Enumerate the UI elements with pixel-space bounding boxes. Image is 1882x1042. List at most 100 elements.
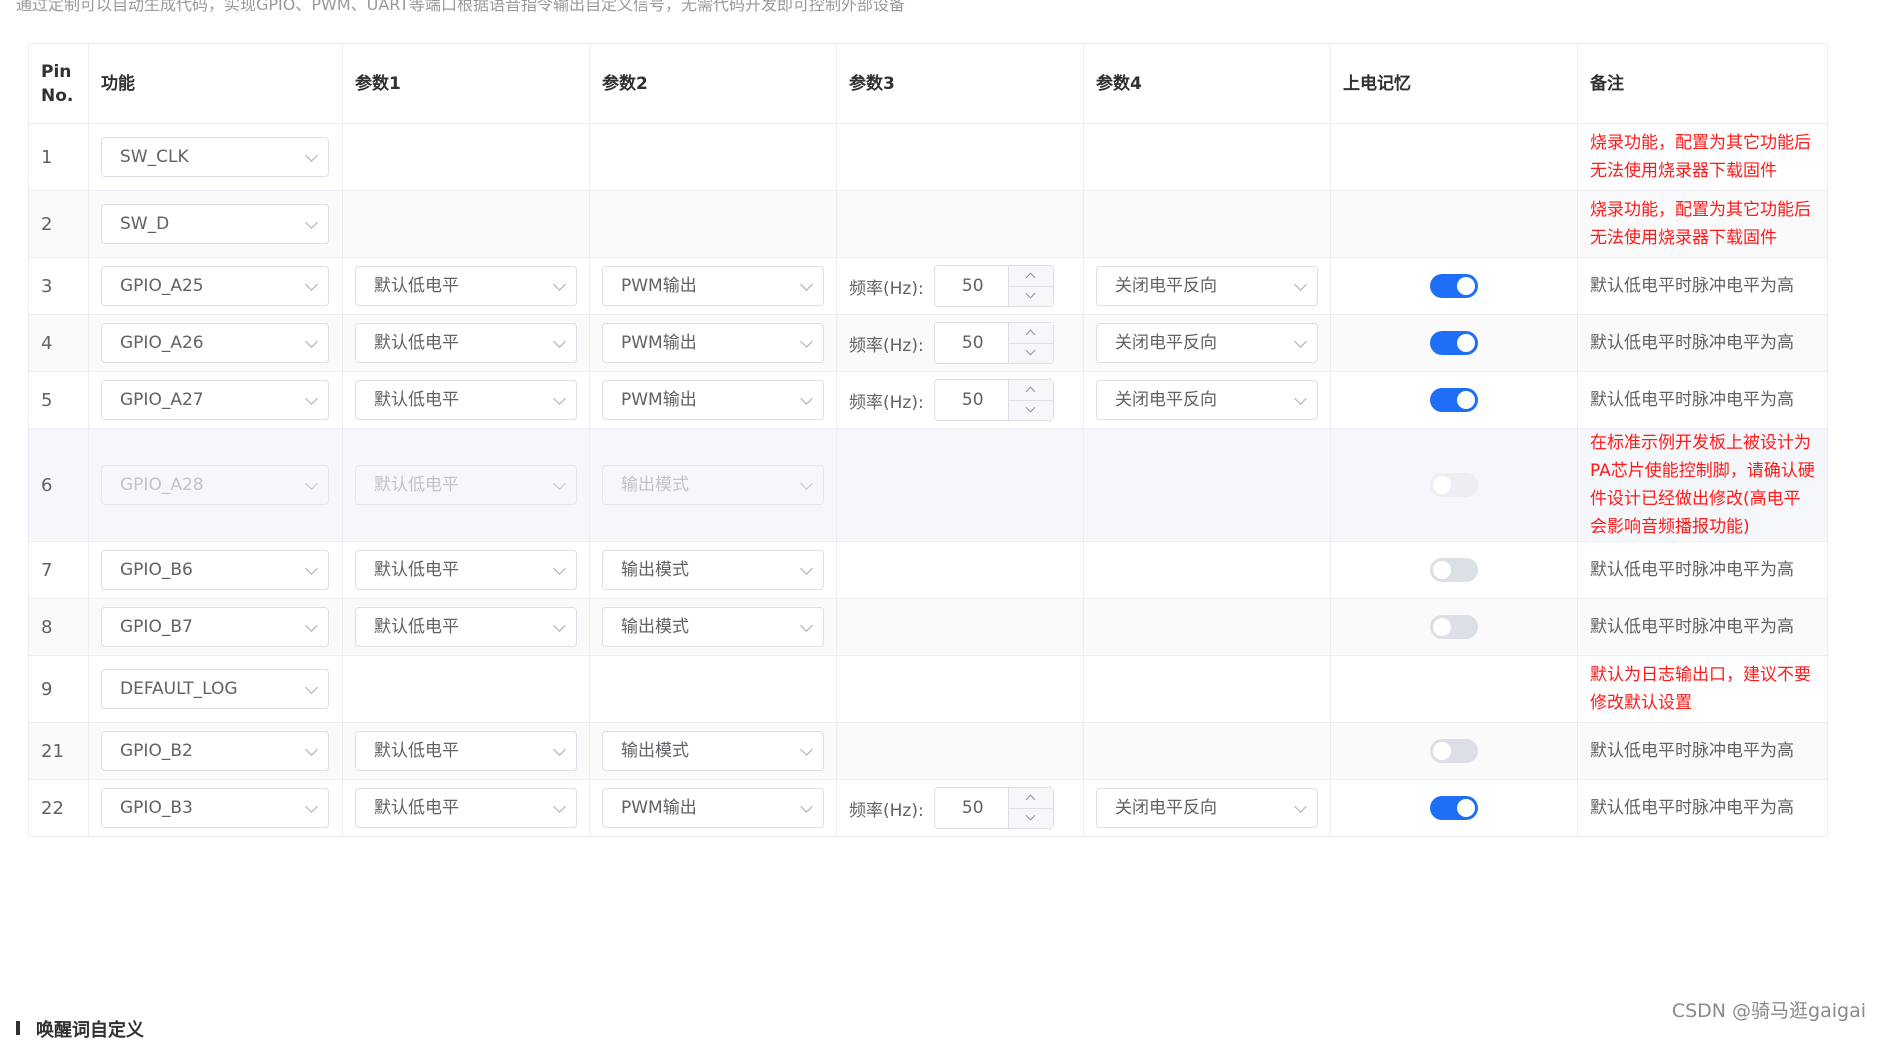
chevron-down-icon: [1025, 810, 1036, 821]
param2-select-value: PWM输出: [621, 333, 697, 353]
chevron-down-icon: [553, 278, 566, 291]
param2-select[interactable]: 输出模式: [602, 550, 824, 590]
chevron-down-icon: [800, 278, 813, 291]
row-note: 默认低电平时脉冲电平为高: [1590, 276, 1794, 296]
param2-select[interactable]: 输出模式: [602, 607, 824, 647]
col-header-notes: 备注: [1577, 43, 1828, 124]
power-memory-toggle[interactable]: [1430, 274, 1478, 298]
table-row: 5 GPIO_A27 默认低电平 PWM输出 频率(Hz): 50 关闭电平反向 默认低…: [28, 371, 1828, 429]
toggle-knob: [1433, 742, 1451, 760]
pin-number: 21: [41, 740, 64, 762]
power-memory-toggle[interactable]: [1430, 388, 1478, 412]
decrement-button[interactable]: [1009, 808, 1053, 828]
frequency-input[interactable]: 50: [935, 266, 1011, 306]
toggle-knob: [1457, 391, 1475, 409]
frequency-input[interactable]: 50: [935, 788, 1011, 828]
row-note: 默认低电平时脉冲电平为高: [1590, 390, 1794, 410]
row-note: 在标准示例开发板上被设计为PA芯片使能控制脚，请确认硬件设计已经做出修改(高电平…: [1590, 433, 1815, 537]
row-note: 默认为日志输出口，建议不要修改默认设置: [1590, 665, 1811, 713]
frequency-stepper[interactable]: 50: [933, 787, 1054, 829]
param4-select[interactable]: 关闭电平反向: [1096, 380, 1318, 420]
pin-number: 1: [41, 146, 53, 168]
chevron-down-icon: [800, 335, 813, 348]
param4-select-value: 关闭电平反向: [1115, 276, 1217, 296]
decrement-button[interactable]: [1009, 400, 1053, 420]
power-memory-toggle[interactable]: [1430, 615, 1478, 639]
chevron-down-icon: [553, 562, 566, 575]
param2-select[interactable]: PWM输出: [602, 788, 824, 828]
pin-number: 9: [41, 678, 53, 700]
chevron-down-icon: [800, 800, 813, 813]
pin-number: 2: [41, 213, 53, 235]
increment-button[interactable]: [1008, 380, 1053, 401]
frequency-input[interactable]: 50: [935, 323, 1011, 363]
param2-select[interactable]: PWM输出: [602, 380, 824, 420]
function-select[interactable]: GPIO_A26: [101, 323, 329, 363]
power-memory-toggle[interactable]: [1430, 558, 1478, 582]
function-select[interactable]: GPIO_B7: [101, 607, 329, 647]
function-select[interactable]: SW_CLK: [101, 137, 329, 177]
col-header-pin-no: Pin No.: [28, 43, 89, 124]
param1-select[interactable]: 默认低电平: [355, 607, 577, 647]
power-memory-toggle[interactable]: [1430, 331, 1478, 355]
increment-button[interactable]: [1008, 323, 1053, 344]
frequency-input[interactable]: 50: [935, 380, 1011, 420]
param1-select[interactable]: 默认低电平: [355, 323, 577, 363]
table-row: 9 DEFAULT_LOG 默认为日志输出口，建议不要修改默认设置: [28, 655, 1828, 723]
param1-select-value: 默认低电平: [374, 560, 459, 580]
row-note: 默认低电平时脉冲电平为高: [1590, 741, 1794, 761]
function-select-value: GPIO_A27: [120, 390, 204, 410]
param1-select[interactable]: 默认低电平: [355, 788, 577, 828]
pin-config-table: Pin No. 功能 参数1 参数2 参数3 参数4 上电记忆 备注 1 SW_C…: [28, 43, 1828, 837]
param1-select-value: 默认低电平: [374, 741, 459, 761]
page-description: 通过定制可以自动生成代码，实现GPIO、PWM、UART等端口根据语音指令输出自…: [16, 0, 906, 14]
increment-button[interactable]: [1008, 788, 1053, 809]
function-select[interactable]: GPIO_A27: [101, 380, 329, 420]
chevron-down-icon: [305, 335, 318, 348]
param1-select[interactable]: 默认低电平: [355, 550, 577, 590]
chevron-down-icon: [305, 392, 318, 405]
param1-select[interactable]: 默认低电平: [355, 266, 577, 306]
row-note: 默认低电平时脉冲电平为高: [1590, 560, 1794, 580]
pin-number: 6: [41, 474, 53, 496]
param4-select[interactable]: 关闭电平反向: [1096, 266, 1318, 306]
chevron-down-icon: [800, 477, 813, 490]
watermark: CSDN @骑马逛gaigai: [1671, 1000, 1866, 1022]
param2-select[interactable]: 输出模式: [602, 731, 824, 771]
function-select[interactable]: SW_D: [101, 204, 329, 244]
function-select-value: GPIO_B2: [120, 741, 193, 761]
function-select[interactable]: GPIO_B2: [101, 731, 329, 771]
decrement-button[interactable]: [1009, 343, 1053, 363]
param1-select-value: 默认低电平: [374, 475, 459, 495]
param4-select[interactable]: 关闭电平反向: [1096, 323, 1318, 363]
function-select-value: SW_CLK: [120, 147, 189, 167]
decrement-button[interactable]: [1009, 286, 1053, 306]
param1-select-value: 默认低电平: [374, 798, 459, 818]
param1-select[interactable]: 默认低电平: [355, 731, 577, 771]
function-select-value: GPIO_B7: [120, 617, 193, 637]
table-row: 4 GPIO_A26 默认低电平 PWM输出 频率(Hz): 50 关闭电平反向 默认低…: [28, 314, 1828, 372]
function-select[interactable]: DEFAULT_LOG: [101, 669, 329, 709]
chevron-down-icon: [800, 743, 813, 756]
frequency-control: 频率(Hz): 50: [849, 379, 1071, 421]
row-note: 默认低电平时脉冲电平为高: [1590, 333, 1794, 353]
row-note: 烧录功能，配置为其它功能后无法使用烧录器下载固件: [1590, 133, 1811, 181]
power-memory-toggle: [1430, 473, 1478, 497]
table-row: 7 GPIO_B6 默认低电平 输出模式 默认低电平时脉冲电平为高: [28, 541, 1828, 599]
frequency-control: 频率(Hz): 50: [849, 322, 1071, 364]
chevron-down-icon: [305, 681, 318, 694]
function-select[interactable]: GPIO_A25: [101, 266, 329, 306]
power-memory-toggle[interactable]: [1430, 739, 1478, 763]
frequency-stepper[interactable]: 50: [933, 322, 1054, 364]
param1-select[interactable]: 默认低电平: [355, 380, 577, 420]
frequency-stepper[interactable]: 50: [933, 265, 1054, 307]
power-memory-toggle[interactable]: [1430, 796, 1478, 820]
param2-select[interactable]: PWM输出: [602, 323, 824, 363]
increment-button[interactable]: [1008, 266, 1053, 287]
frequency-stepper[interactable]: 50: [933, 379, 1054, 421]
function-select[interactable]: GPIO_B6: [101, 550, 329, 590]
function-select[interactable]: GPIO_B3: [101, 788, 329, 828]
param2-select[interactable]: PWM输出: [602, 266, 824, 306]
param4-select[interactable]: 关闭电平反向: [1096, 788, 1318, 828]
chevron-down-icon: [1294, 392, 1307, 405]
